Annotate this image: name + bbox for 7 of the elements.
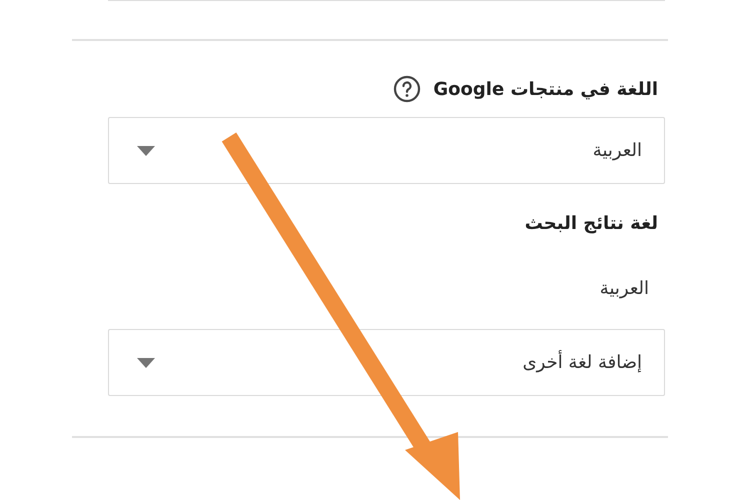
- section-heading: لغة نتائج البحث: [524, 212, 658, 234]
- dropdown-caret-icon: [137, 358, 155, 368]
- add-language-dropdown[interactable]: إضافة لغة أخرى: [108, 329, 665, 396]
- language-label: العربية: [600, 278, 649, 299]
- help-icon[interactable]: [393, 75, 422, 103]
- language-dropdown[interactable]: العربية: [108, 117, 665, 184]
- dropdown-caret-icon: [137, 146, 155, 156]
